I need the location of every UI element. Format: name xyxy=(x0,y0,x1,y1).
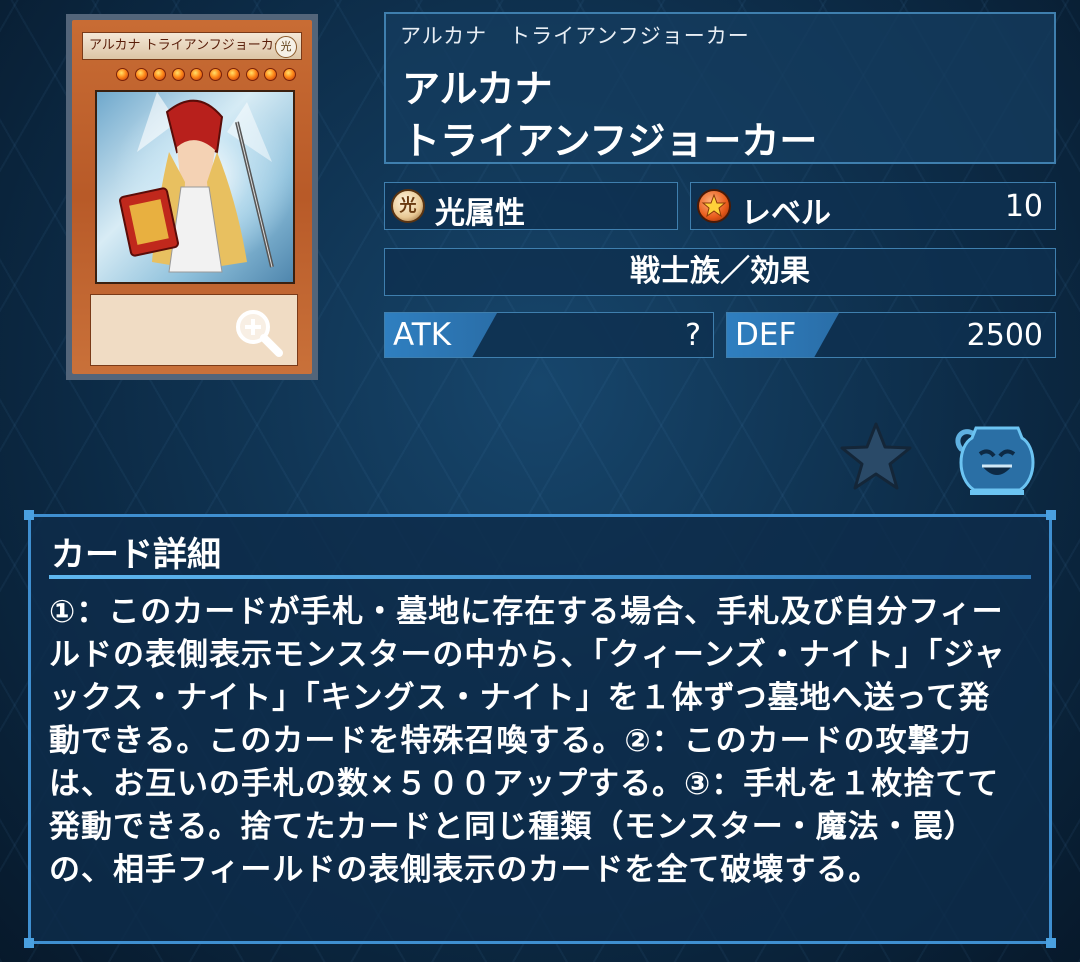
card-effect-text: ①：このカードが手札・墓地に存在する場合、手札及び自分フィールドの表側表示モンス… xyxy=(49,594,1006,888)
card-artwork-illustration xyxy=(119,92,274,273)
def-value: 2500 xyxy=(966,318,1043,353)
level-star-icon xyxy=(190,68,204,81)
level-star-icon xyxy=(134,68,148,81)
atk-label: ATK xyxy=(393,317,452,353)
card-body: アルカナ トライアンフジョーカー 光 xyxy=(72,20,312,374)
card-artwork xyxy=(95,90,295,284)
light-attribute-icon: 光 xyxy=(391,189,425,223)
card-name-panel: アルカナ トライアンフジョーカー アルカナ トライアンフジョーカー xyxy=(384,12,1056,164)
card-name-ruby: アルカナ トライアンフジョーカー xyxy=(400,24,750,48)
card-image[interactable]: アルカナ トライアンフジョーカー 光 xyxy=(66,14,318,380)
level-star-icon xyxy=(264,68,278,81)
level-star-icon xyxy=(245,68,259,81)
card-level-stars xyxy=(116,68,296,82)
card-attribute-icon: 光 xyxy=(275,36,297,58)
atk-value: ? xyxy=(685,318,701,353)
card-text-box xyxy=(90,294,298,366)
level-value: 10 xyxy=(1004,189,1043,224)
panel-corner xyxy=(24,510,34,520)
details-divider xyxy=(49,575,1031,579)
level-star-icon xyxy=(282,68,296,81)
card-name-line1: アルカナ xyxy=(402,67,553,111)
card-image-name-bar: アルカナ トライアンフジョーカー 光 xyxy=(82,32,302,60)
details-title: カード詳細 xyxy=(51,535,221,575)
panel-corner xyxy=(1046,510,1056,520)
def-box: DEF 2500 xyxy=(726,312,1056,358)
atk-box: ATK ? xyxy=(384,312,714,358)
def-label: DEF xyxy=(735,317,797,353)
level-star-glyph xyxy=(701,193,727,218)
level-star-icon xyxy=(153,68,167,81)
panel-corner xyxy=(1046,938,1056,948)
star-icon[interactable] xyxy=(838,420,914,492)
card-image-name: アルカナ トライアンフジョーカー xyxy=(89,38,287,53)
level-star-icon xyxy=(227,68,241,81)
pot-icon[interactable] xyxy=(952,420,1042,498)
card-name-line2: トライアンフジョーカー xyxy=(402,119,818,163)
attribute-box: 光 光属性 xyxy=(384,182,678,231)
card-details-panel[interactable]: カード詳細 ①：このカードが手札・墓地に存在する場合、手札及び自分フィールドの表… xyxy=(24,510,1056,948)
panel-corner xyxy=(24,938,34,948)
level-label: レベル xyxy=(741,196,831,231)
type-box: 戦士族／効果 xyxy=(384,248,1056,296)
level-star-icon xyxy=(208,68,222,81)
level-star-icon xyxy=(116,68,129,81)
level-star-icon xyxy=(697,189,731,223)
attribute-label: 光属性 xyxy=(435,196,525,231)
level-box: レベル 10 xyxy=(690,182,1056,231)
magnify-icon[interactable] xyxy=(233,307,285,359)
level-star-icon xyxy=(171,68,185,81)
type-label: 戦士族／効果 xyxy=(630,254,810,289)
